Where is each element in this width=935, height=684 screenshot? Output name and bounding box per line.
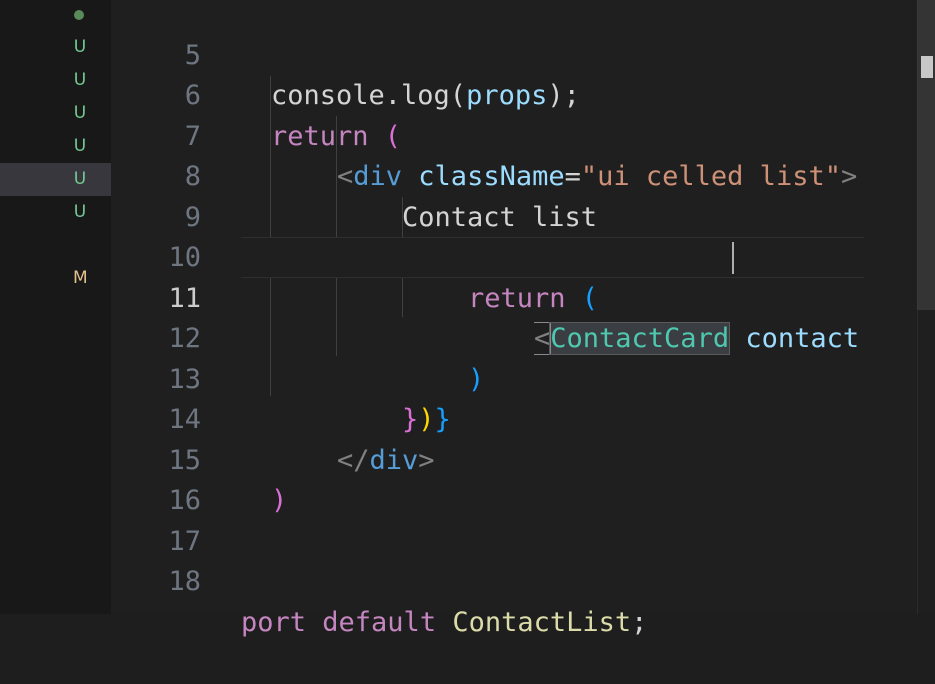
- code-line: 16: [111, 441, 864, 516]
- explorer-row[interactable]: U: [0, 130, 111, 163]
- explorer-row[interactable]: [0, 0, 111, 33]
- code-editor[interactable]: 5 console.log(props); 6 return ( 7 <div …: [111, 0, 917, 638]
- code-line: 17: [111, 481, 864, 557]
- explorer-row[interactable]: U: [0, 97, 111, 130]
- explorer-row[interactable]: U: [0, 196, 111, 229]
- untracked-badge: U: [73, 37, 87, 57]
- code-line: 14 </div>: [111, 360, 864, 476]
- code-line: 13 })}: [111, 319, 864, 436]
- code-text: port default ContactList;: [241, 606, 648, 638]
- explorer-row[interactable]: U: [0, 31, 111, 64]
- text-cursor: [732, 242, 734, 274]
- explorer-status-strip: U U U U U U M: [0, 0, 111, 614]
- code-line: 9 {props.contacts.map((contact: [111, 157, 864, 274]
- scrollbar-cursor-marker: [921, 56, 933, 78]
- modified-badge: M: [73, 268, 88, 288]
- explorer-row-selected[interactable]: U: [0, 163, 111, 196]
- code-line: 15 ): [111, 400, 864, 517]
- untracked-badge: U: [73, 103, 87, 123]
- unsaved-dot-icon: [74, 10, 84, 20]
- untracked-badge: U: [73, 70, 87, 90]
- line-number: 18: [168, 566, 201, 597]
- code-line: 18 port default ContactList;: [111, 522, 864, 638]
- explorer-row[interactable]: M: [0, 262, 111, 295]
- untracked-badge: U: [73, 169, 87, 189]
- explorer-row[interactable]: U: [0, 64, 111, 97]
- untracked-badge: U: [73, 136, 87, 156]
- code-line: 5 console.log(props);: [111, 0, 864, 112]
- code-line: 8 Contact list: [111, 117, 864, 233]
- code-line: 6 return (: [111, 36, 864, 152]
- code-line: 10 return (: [111, 198, 864, 314]
- untracked-badge: U: [73, 202, 87, 222]
- code-line: 7 <div className="ui celled list">: [111, 76, 864, 193]
- code-line: 12 ): [111, 279, 864, 395]
- vertical-scrollbar-thumb[interactable]: [917, 0, 935, 310]
- code-line-current: 11 <ContactCard contact: [111, 238, 864, 355]
